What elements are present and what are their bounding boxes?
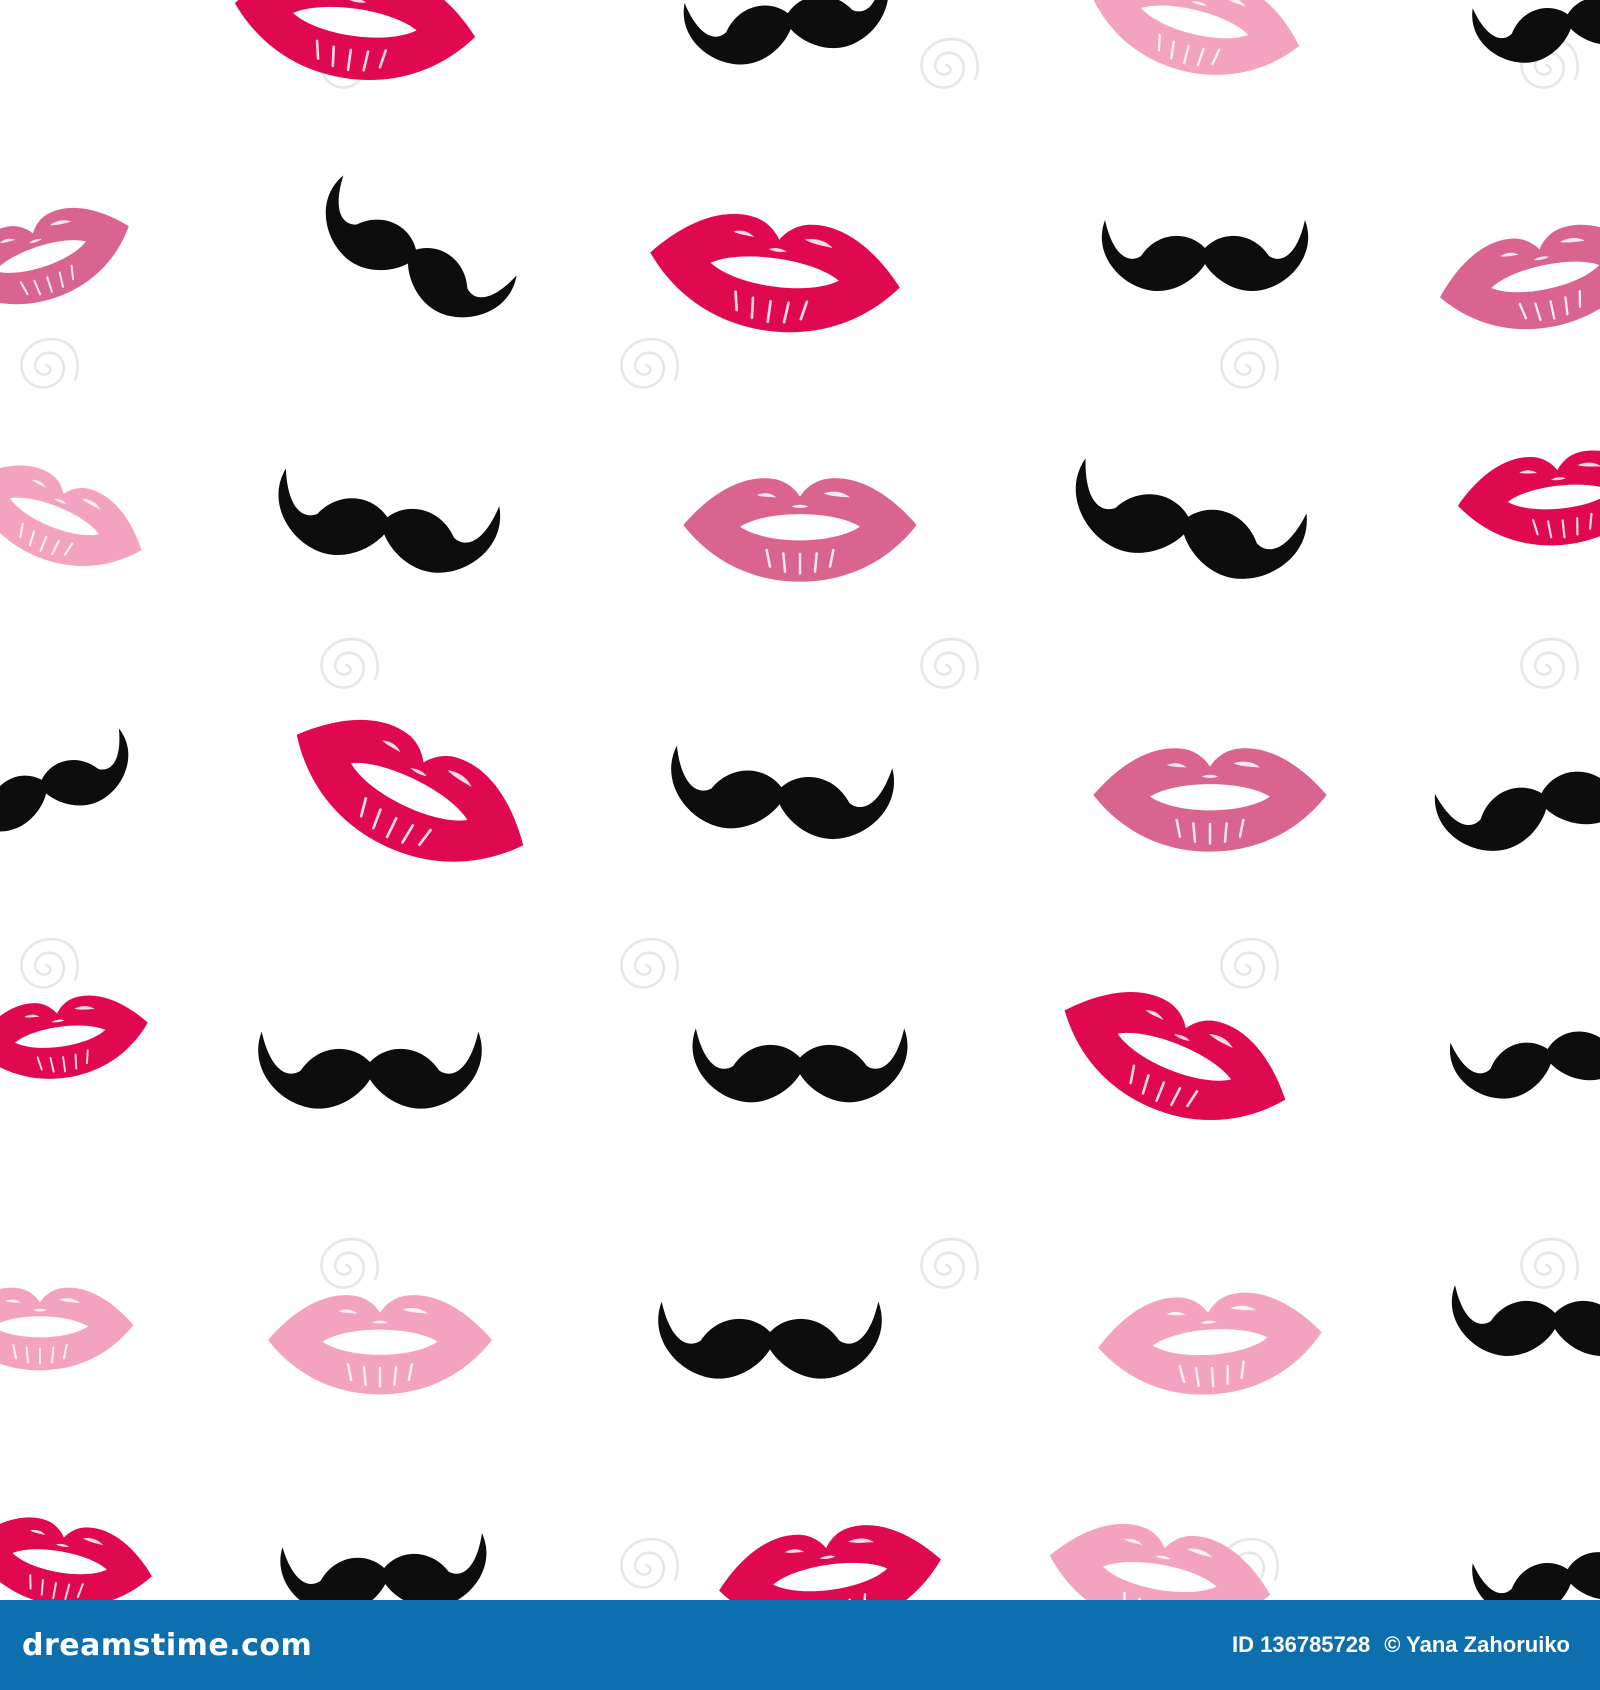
mustache-shape (258, 1031, 482, 1109)
mustache-shape (1101, 220, 1309, 292)
watermark-spiral (620, 937, 680, 989)
lips-motif (266, 1293, 494, 1396)
mustache-shape (692, 1028, 908, 1103)
lips-shape (1041, 964, 1305, 1155)
lips-motif (640, 201, 909, 350)
mustache-shape (1431, 736, 1600, 865)
lips-motif (1091, 746, 1329, 854)
mustache-motif (681, 0, 898, 74)
lips-shape (266, 1293, 494, 1396)
watermark-spiral (620, 337, 680, 389)
pattern-artwork (0, 0, 1600, 1600)
mustache-shape (1062, 457, 1310, 593)
watermark-spiral (20, 937, 80, 989)
watermark-spiral (1520, 1237, 1580, 1289)
lips-shape (1452, 442, 1600, 557)
mustache-shape (1451, 1285, 1600, 1357)
lips-motif (225, 0, 484, 97)
mustache-motif (1451, 1285, 1600, 1357)
mustache-motif (279, 1532, 491, 1600)
watermark-spiral (920, 37, 980, 89)
footer-bar: dreamstime.com ID 136785728 © Yana Zahor… (0, 1600, 1600, 1690)
mustache-shape (269, 467, 503, 583)
lips-shape (0, 986, 155, 1092)
watermark-spiral (320, 637, 380, 689)
watermark-spiral (1220, 337, 1280, 389)
mustache-motif (665, 745, 896, 846)
lips-motif (1077, 0, 1311, 98)
watermark-spiral (920, 637, 980, 689)
lips-motif (268, 688, 547, 902)
lips-motif (681, 476, 919, 584)
lips-motif (711, 1513, 950, 1600)
lips-motif (1041, 964, 1305, 1155)
lips-motif (0, 444, 157, 594)
lips-motif (1429, 209, 1600, 350)
lips-shape (1093, 1285, 1327, 1404)
lips-shape (1077, 0, 1311, 98)
lips-motif (0, 1505, 160, 1600)
mustache-motif (692, 1028, 908, 1103)
mustache-shape (279, 1532, 491, 1600)
mustache-motif (1101, 220, 1309, 292)
lips-shape (0, 444, 157, 594)
mustache-motif (1469, 1524, 1600, 1600)
lips-motif (0, 986, 155, 1092)
watermark-spiral (1520, 637, 1580, 689)
mustache-shape (1469, 1524, 1600, 1600)
mustache-motif (305, 173, 520, 339)
lips-shape (0, 1286, 135, 1372)
lips-shape (711, 1513, 950, 1600)
image-canvas: dreamstime.com ID 136785728 © Yana Zahor… (0, 0, 1600, 1690)
site-logo: dreamstime.com (22, 1628, 312, 1663)
lips-shape (0, 189, 145, 329)
watermark-spiral (320, 1237, 380, 1289)
watermark-spiral (620, 1537, 680, 1589)
mustache-motif (1062, 457, 1310, 593)
mustache-motif (1431, 736, 1600, 865)
mustache-motif (0, 727, 142, 845)
lips-shape (1429, 209, 1600, 350)
mustache-shape (1447, 1003, 1600, 1109)
watermark-spiral (1220, 937, 1280, 989)
lips-motif (1093, 1285, 1327, 1404)
mustache-motif (658, 1301, 882, 1379)
lips-shape (1091, 746, 1329, 854)
lips-shape (268, 688, 547, 902)
mustache-motif (258, 1031, 482, 1109)
mustache-motif (269, 467, 503, 583)
lips-shape (640, 201, 909, 350)
watermark-spiral (920, 1237, 980, 1289)
watermark-spiral (20, 337, 80, 389)
image-id: ID 136785728 (1232, 1632, 1371, 1657)
motif-layer (0, 0, 1600, 1600)
mustache-shape (305, 173, 520, 339)
mustache-shape (0, 727, 142, 845)
lips-motif (0, 189, 145, 329)
lips-shape (681, 476, 919, 584)
copyright-text: © Yana Zahoruiko (1384, 1632, 1570, 1657)
mustache-shape (658, 1301, 882, 1379)
lips-shape (0, 1505, 160, 1600)
lips-shape (225, 0, 484, 97)
site-logo-text: dreamstime.com (22, 1627, 313, 1663)
lips-motif (1452, 442, 1600, 557)
mustache-motif (1447, 1003, 1600, 1109)
lips-motif (0, 1286, 135, 1372)
mustache-shape (681, 0, 898, 74)
lips-mustache-pattern (0, 0, 1600, 1600)
image-credit: ID 136785728 © Yana Zahoruiko (1232, 1632, 1570, 1658)
mustache-shape (665, 745, 896, 846)
